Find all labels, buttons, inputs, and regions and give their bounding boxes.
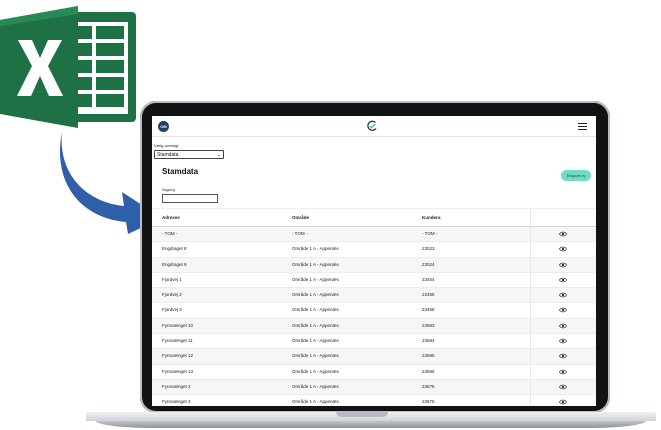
- address-cell: Fynsvænget 2: [162, 383, 191, 389]
- eye-icon[interactable]: [559, 292, 567, 298]
- customer-number-cell: 23684: [422, 338, 435, 344]
- chevron-down-icon: ⌄: [216, 152, 221, 158]
- column-divider: [530, 288, 531, 303]
- column-divider: [530, 318, 531, 334]
- table-row[interactable]: Fynsvænget 12 Område 1 A - Appenæs 23685: [152, 349, 596, 365]
- customer-number-cell: 23685: [422, 353, 435, 359]
- header-customer-number[interactable]: Kundenr.: [422, 209, 442, 226]
- area-cell: Område 1 A - Appenæs: [292, 307, 339, 313]
- excel-logo-icon: [0, 6, 136, 128]
- area-cell: Område 1 A - Appenæs: [292, 292, 339, 298]
- table-row[interactable]: Fjordvej 2 Område 1 A - Appenæs 23455: [152, 288, 596, 304]
- address-cell: Engdraget 9: [162, 261, 187, 267]
- table-row[interactable]: Fynsvænget 13 Område 1 A - Appenæs 23686: [152, 364, 596, 380]
- address-cell: - TOM -: [162, 231, 178, 236]
- customer-number-cell: 23024: [422, 261, 435, 267]
- table-row[interactable]: Fjordvej 3 Område 1 A - Appenæs 23456: [152, 303, 596, 319]
- eye-icon[interactable]: [559, 369, 567, 375]
- search-input[interactable]: [162, 194, 218, 203]
- customer-number-cell: - TOM -: [422, 231, 438, 236]
- column-divider: [530, 242, 531, 257]
- address-cell: Fynsvænget 12: [162, 353, 194, 359]
- table-row[interactable]: - TOM - - TOM - - TOM -: [152, 227, 596, 243]
- customer-number-cell: 23686: [422, 368, 435, 374]
- overview-select-label: Vælg oversigt: [154, 143, 179, 148]
- address-cell: Engdraget 8: [162, 246, 187, 252]
- eye-icon[interactable]: [559, 353, 567, 359]
- eye-icon[interactable]: [559, 231, 567, 237]
- column-divider: [530, 395, 531, 406]
- column-divider: [530, 272, 531, 288]
- column-divider: [530, 209, 531, 226]
- eye-icon[interactable]: [559, 399, 567, 405]
- column-divider: [530, 257, 531, 272]
- address-cell: Fynsvænget 11: [162, 338, 193, 344]
- eye-icon[interactable]: [559, 384, 567, 390]
- eye-icon[interactable]: [559, 277, 567, 283]
- customer-number-cell: 23683: [422, 322, 435, 328]
- column-divider: [530, 303, 531, 318]
- area-cell: Område 1 A - Appenæs: [292, 246, 339, 252]
- table-row[interactable]: Fynsvænget 2 Område 1 A - Appenæs 23675: [152, 379, 596, 396]
- page-title: Stamdata: [162, 167, 199, 176]
- table-header: Adresse Område Kundenr.: [152, 208, 596, 227]
- customer-number-cell: 23454: [422, 276, 435, 282]
- header-address[interactable]: Adresse: [162, 209, 180, 226]
- table-row[interactable]: Engdraget 9 Område 1 A - Appenæs 23024: [152, 257, 596, 273]
- table-body: - TOM - - TOM - - TOM - Engdraget 8 Område 1…: [152, 227, 596, 406]
- area-cell: Område 1 A - Appenæs: [292, 383, 339, 389]
- eye-icon[interactable]: [559, 323, 567, 329]
- area-cell: Område 1 A - Appenæs: [292, 338, 339, 344]
- eye-icon[interactable]: [559, 307, 567, 313]
- eye-icon[interactable]: [559, 262, 567, 268]
- eye-icon[interactable]: [559, 246, 567, 252]
- table-row[interactable]: Fjordvej 1 Område 1 A - Appenæs 23454: [152, 272, 596, 289]
- laptop-notch: [336, 412, 388, 417]
- column-divider: [530, 227, 531, 242]
- column-divider: [530, 364, 531, 379]
- data-table: Adresse Område Kundenr. - TOM -- TOM -- …: [152, 208, 596, 406]
- address-cell: Fjordvej 2: [162, 292, 182, 298]
- export-button[interactable]: Eksport xy: [561, 170, 591, 181]
- laptop-screen: OM Vælg oversigt Stamdata ⌄ Stamdata Eks…: [152, 116, 596, 406]
- customer-number-cell: 23456: [422, 307, 435, 313]
- area-cell: Område 1 A - Appenæs: [292, 322, 339, 328]
- hamburger-menu-icon[interactable]: [578, 123, 587, 130]
- overview-select-value: Stamdata: [157, 152, 179, 158]
- column-divider: [530, 334, 531, 349]
- area-cell: Område 1 A - Appenæs: [292, 368, 339, 374]
- header-area[interactable]: Område: [292, 209, 309, 226]
- column-divider: [530, 349, 531, 364]
- table-row[interactable]: Fynsvænget 10 Område 1 A - Appenæs 23683: [152, 318, 596, 335]
- app-header: OM: [152, 116, 596, 137]
- customer-number-cell: 23675: [422, 383, 435, 389]
- area-cell: Område 1 A - Appenæs: [292, 261, 339, 267]
- area-cell: Område 1 A - Appenæs: [292, 353, 339, 359]
- search-label: Søgning: [162, 188, 176, 192]
- customer-number-cell: 23455: [422, 292, 435, 298]
- laptop-base-edge: [96, 421, 646, 428]
- column-divider: [530, 379, 531, 395]
- address-cell: Fjordvej 3: [162, 307, 182, 313]
- customer-number-cell: 23023: [422, 246, 435, 252]
- address-cell: Fjordvej 1: [162, 276, 182, 282]
- app-logo-icon: [367, 120, 377, 131]
- table-row[interactable]: Fynsvænget 3 Område 1 A - Appenæs 23676: [152, 395, 596, 406]
- eye-icon[interactable]: [559, 338, 567, 344]
- address-cell: Fynsvænget 3: [162, 399, 191, 405]
- address-cell: Fynsvænget 13: [162, 368, 194, 374]
- area-cell: Område 1 A - Appenæs: [292, 276, 339, 282]
- area-cell: Område 1 A - Appenæs: [292, 399, 339, 405]
- overview-select[interactable]: Stamdata ⌄: [154, 150, 224, 159]
- customer-number-cell: 23676: [422, 399, 435, 405]
- table-row[interactable]: Engdraget 8 Område 1 A - Appenæs 23023: [152, 242, 596, 258]
- area-cell: - TOM -: [292, 231, 308, 236]
- address-cell: Fynsvænget 10: [162, 322, 194, 328]
- table-row[interactable]: Fynsvænget 11 Område 1 A - Appenæs 23684: [152, 334, 596, 350]
- avatar[interactable]: OM: [158, 121, 169, 132]
